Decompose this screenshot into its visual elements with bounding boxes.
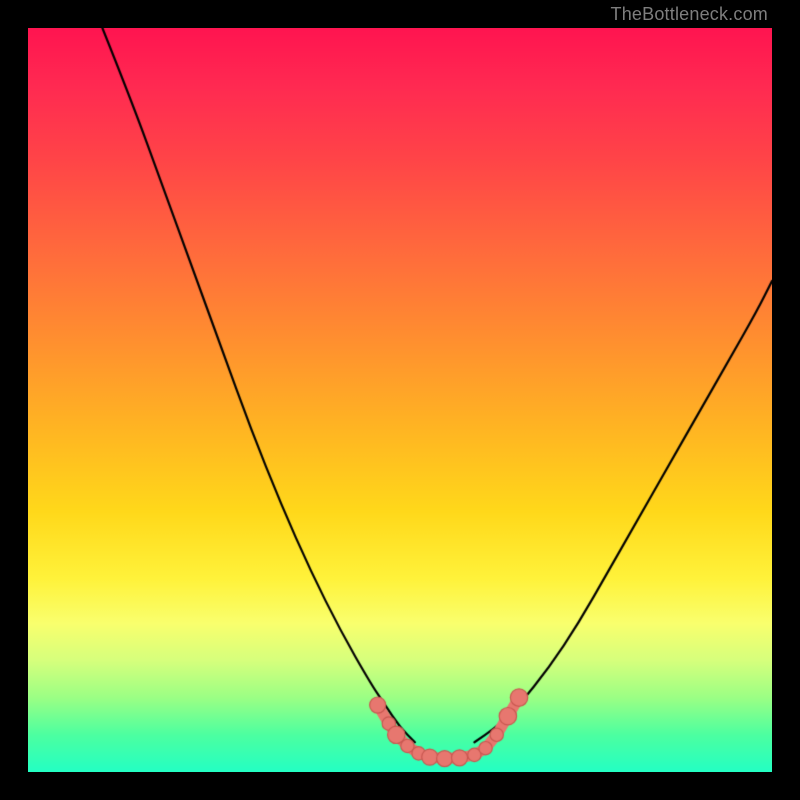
attribution-text: TheBottleneck.com: [611, 4, 768, 25]
chart-root: TheBottleneck.com: [0, 0, 800, 800]
plot-area: [28, 28, 772, 772]
curve-canvas: [28, 28, 772, 772]
